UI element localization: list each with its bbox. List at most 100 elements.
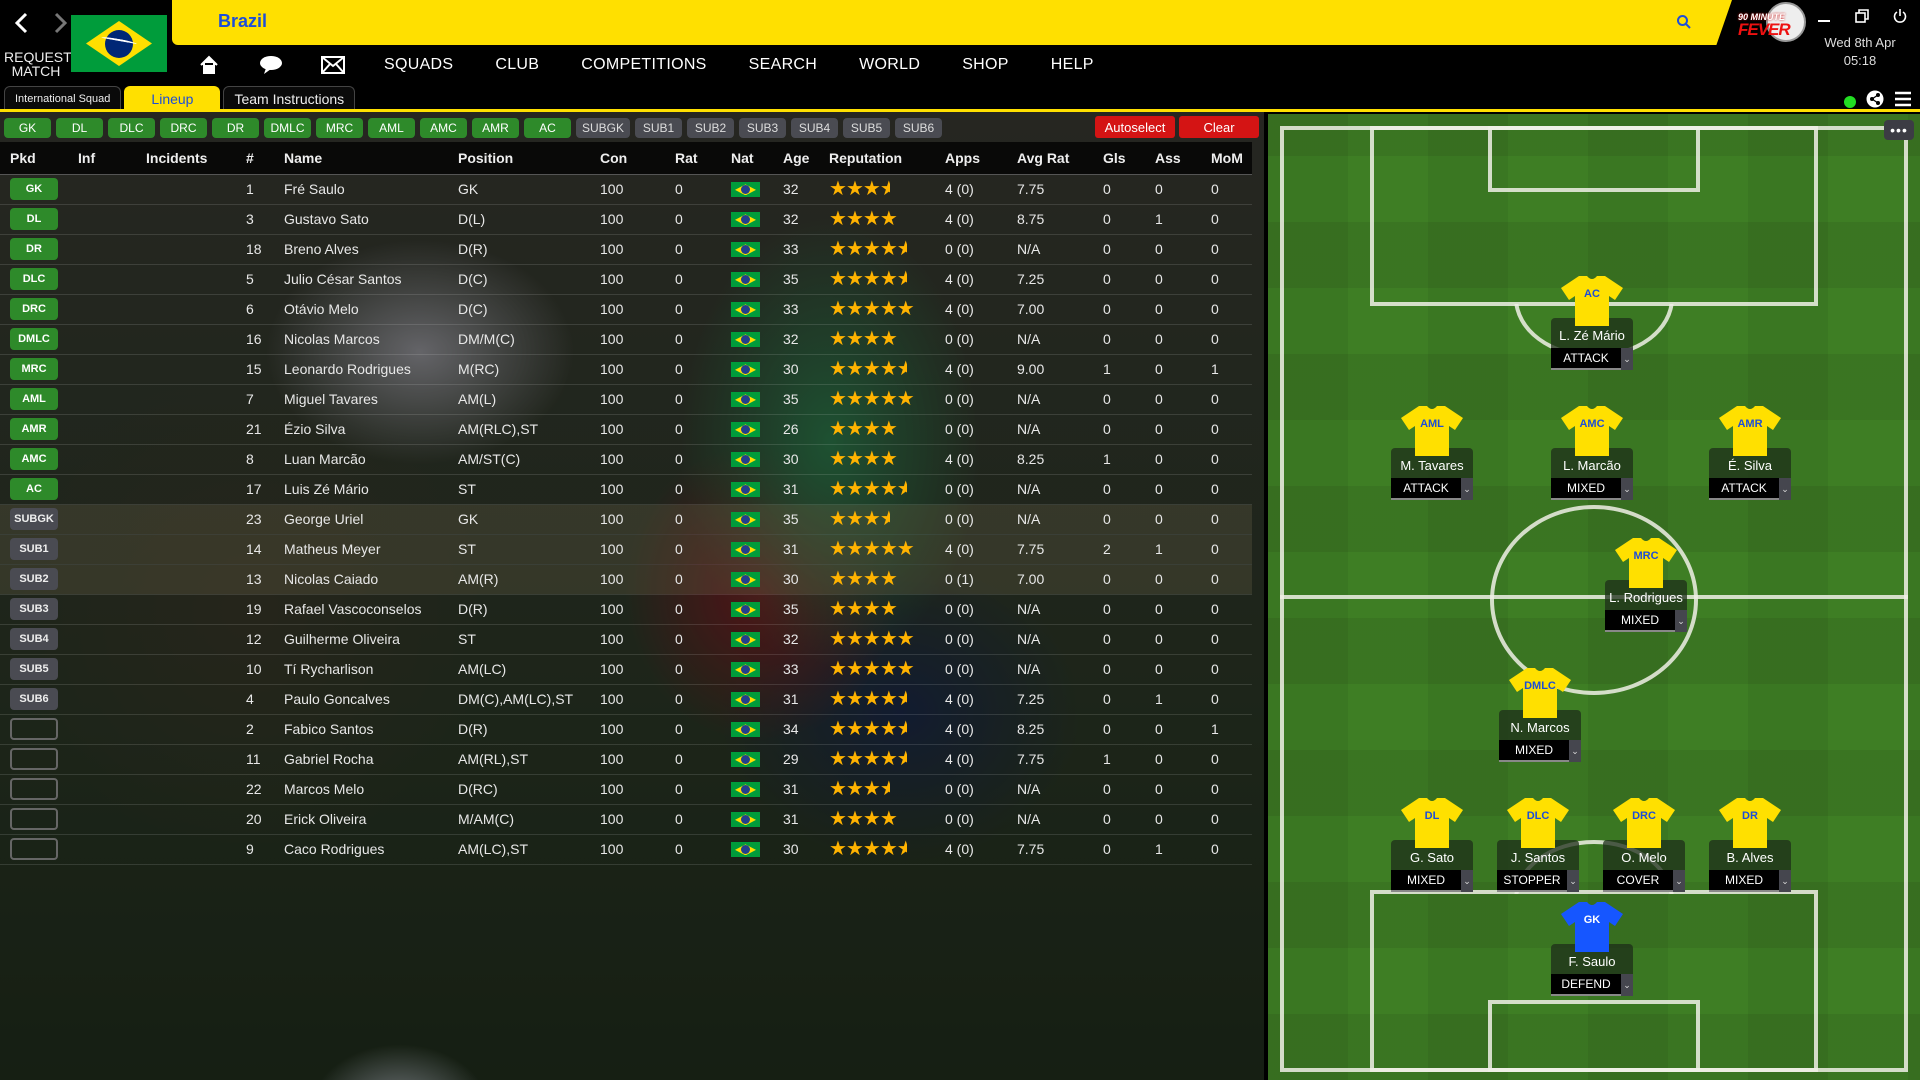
tab-international-squad[interactable]: International Squad [4, 86, 122, 110]
role-dropdown[interactable]: MIXED ⌄ [1605, 610, 1687, 632]
picked-position-button[interactable]: SUB3 [10, 598, 58, 620]
column-header-con[interactable]: Con [590, 142, 665, 175]
formation-player-name[interactable]: B. Alves [1709, 850, 1791, 868]
player-row[interactable]: SUB6 4 Paulo Goncalves DM(C),AM(LC),ST 100 0 3… [0, 684, 1252, 715]
player-row[interactable]: DLC5Julio César SantosD(C)100035★★★★★4 (… [0, 264, 1252, 295]
column-header-gls[interactable]: Gls [1093, 142, 1145, 175]
formation-slot-mrc[interactable]: MRC L. Rodrigues MIXED ⌄ [1605, 536, 1687, 632]
player-row[interactable]: SUB2 13 Nicolas Caiado AM(R) 100 0 30 ★★★★ 0 (1)… [0, 564, 1252, 595]
player-name[interactable]: Otávio Melo [274, 294, 448, 325]
picked-position-button[interactable]: MRC [10, 358, 58, 380]
player-row[interactable]: SUB5 10 Tí Rycharlison AM(LC) 100 0 33 ★★★★★ 0 (… [0, 654, 1252, 685]
sub-button-sub1[interactable]: SUB1 [635, 118, 683, 138]
player-row[interactable]: SUBGK23George UrielGK100035★★★★0 (0)N/A0… [0, 504, 1252, 535]
player-name[interactable]: Luan Marcão [274, 444, 448, 475]
position-button-gk[interactable]: GK [4, 118, 51, 138]
position-button-mrc[interactable]: MRC [316, 118, 363, 138]
formation-slot-aml[interactable]: AML M. Tavares ATTACK ⌄ [1391, 404, 1473, 500]
sub-button-sub3[interactable]: SUB3 [739, 118, 787, 138]
formation-slot-drc[interactable]: DRC O. Melo COVER ⌄ [1603, 796, 1685, 892]
shirt-icon[interactable]: DLC [1505, 796, 1571, 848]
player-name[interactable]: George Uriel [274, 504, 448, 535]
shirt-icon[interactable]: GK [1559, 900, 1625, 952]
column-header-nat[interactable]: Nat [721, 142, 773, 175]
position-button-dlc[interactable]: DLC [108, 118, 155, 138]
player-name[interactable]: Caco Rodrigues [274, 834, 448, 865]
role-dropdown[interactable]: COVER ⌄ [1603, 870, 1685, 892]
formation-player-name[interactable]: O. Melo [1603, 850, 1685, 868]
sub-button-sub4[interactable]: SUB4 [791, 118, 839, 138]
formation-slot-dlc[interactable]: DLC J. Santos STOPPER ⌄ [1497, 796, 1579, 892]
clear-button[interactable]: Clear [1179, 116, 1259, 138]
picked-position-button[interactable]: DMLC [10, 328, 58, 350]
picked-position-button[interactable]: SUBGK [10, 508, 58, 530]
picked-position-button[interactable]: AML [10, 388, 58, 410]
player-row[interactable]: DMLC 16 Nicolas Marcos DM/M(C) 100 0 32 ★★★★ 0 (… [0, 324, 1252, 355]
player-row[interactable]: MRC15Leonardo RodriguesM(RC)100030★★★★★4… [0, 354, 1252, 385]
formation-slot-amr[interactable]: AMR É. Silva ATTACK ⌄ [1709, 404, 1791, 500]
player-row[interactable]: SUB1 14 Matheus Meyer ST 100 0 31 ★★★★★ 4 (0) 7.7… [0, 534, 1252, 565]
shirt-icon[interactable]: AMC [1559, 404, 1625, 456]
player-name[interactable]: Marcos Melo [274, 774, 448, 805]
picked-position-button[interactable]: AMR [10, 418, 58, 440]
player-row[interactable]: AC17Luis Zé MárioST100031★★★★★0 (0)N/A00… [0, 474, 1252, 505]
shirt-icon[interactable]: AC [1559, 274, 1625, 326]
chat-bubble-icon[interactable] [240, 52, 302, 78]
chevron-down-icon[interactable]: ⌄ [1461, 478, 1473, 500]
picked-position-button[interactable]: DRC [10, 298, 58, 320]
role-dropdown[interactable]: MIXED ⌄ [1709, 870, 1791, 892]
player-row[interactable]: AML 7 Miguel Tavares AM(L) 100 0 35 ★★★★★ 0 (0) N… [0, 384, 1252, 415]
formation-slot-dl[interactable]: DL G. Sato MIXED ⌄ [1391, 796, 1473, 892]
player-name[interactable]: Gabriel Rocha [274, 744, 448, 775]
player-row[interactable]: GK1Fré SauloGK100032★★★★4 (0)7.75000 [0, 174, 1252, 205]
column-header-name[interactable]: Name [274, 142, 448, 175]
menu-shop[interactable]: SHOP [962, 56, 1009, 74]
column-header-pkd[interactable]: Pkd [0, 142, 68, 175]
player-row[interactable]: DL 3 Gustavo Sato D(L) 100 0 32 ★★★★ 4 (0) 8.75 0 1… [0, 204, 1252, 235]
position-button-dmlc[interactable]: DMLC [264, 118, 311, 138]
column-header--[interactable]: # [236, 142, 274, 175]
formation-slot-ac[interactable]: AC L. Zé Mário ATTACK ⌄ [1551, 274, 1633, 370]
picked-position-button[interactable]: AMC [10, 448, 58, 470]
player-name[interactable]: Fré Saulo [274, 174, 448, 205]
formation-slot-dr[interactable]: DR B. Alves MIXED ⌄ [1709, 796, 1791, 892]
player-name[interactable]: Breno Alves [274, 234, 448, 265]
autoselect-button[interactable]: Autoselect [1095, 116, 1175, 138]
menu-help[interactable]: HELP [1051, 56, 1094, 74]
envelope-icon[interactable] [302, 52, 364, 78]
player-row[interactable]: 20 Erick Oliveira M/AM(C) 100 0 31 ★★★★ 0 (0) N/… [0, 804, 1252, 835]
player-row[interactable]: 9Caco RodriguesAM(LC),ST100030★★★★★4 (0)… [0, 834, 1252, 865]
sub-button-sub2[interactable]: SUB2 [687, 118, 735, 138]
column-header-inf[interactable]: Inf [68, 142, 136, 175]
chevron-down-icon[interactable]: ⌄ [1675, 610, 1687, 632]
sub-button-sub6[interactable]: SUB6 [895, 118, 943, 138]
position-button-ac[interactable]: AC [524, 118, 571, 138]
player-name[interactable]: Rafael Vascoconselos [274, 594, 448, 625]
shirt-icon[interactable]: MRC [1613, 536, 1679, 588]
chevron-down-icon[interactable]: ⌄ [1673, 870, 1685, 892]
chevron-left-icon[interactable] [8, 8, 34, 38]
role-dropdown[interactable]: ATTACK ⌄ [1391, 478, 1473, 500]
player-row[interactable]: AMC 8 Luan Marcão AM/ST(C) 100 0 30 ★★★★ 4 (0) 8.… [0, 444, 1252, 475]
position-button-amc[interactable]: AMC [420, 118, 467, 138]
player-name[interactable]: Guilherme Oliveira [274, 624, 448, 655]
menu-search[interactable]: SEARCH [749, 56, 817, 74]
formation-player-name[interactable]: L. Zé Mário [1551, 328, 1633, 346]
player-name[interactable]: Miguel Tavares [274, 384, 448, 415]
picked-position-button[interactable] [10, 778, 58, 800]
role-dropdown[interactable]: ATTACK ⌄ [1551, 348, 1633, 370]
formation-slot-dmlc[interactable]: DMLC N. Marcos MIXED ⌄ [1499, 666, 1581, 762]
chevron-down-icon[interactable]: ⌄ [1461, 870, 1473, 892]
sub-button-sub5[interactable]: SUB5 [843, 118, 891, 138]
player-name[interactable]: Matheus Meyer [274, 534, 448, 565]
picked-position-button[interactable]: SUB6 [10, 688, 58, 710]
formation-player-name[interactable]: É. Silva [1709, 458, 1791, 476]
formation-player-name[interactable]: J. Santos [1497, 850, 1579, 868]
column-header-apps[interactable]: Apps [935, 142, 1007, 175]
player-row[interactable]: 22Marcos MeloD(RC)100031★★★★0 (0)N/A000 [0, 774, 1252, 805]
chevron-down-icon[interactable]: ⌄ [1779, 870, 1791, 892]
formation-player-name[interactable]: G. Sato [1391, 850, 1473, 868]
picked-position-button[interactable]: GK [10, 178, 58, 200]
formation-player-name[interactable]: N. Marcos [1499, 720, 1581, 738]
player-name[interactable]: Nicolas Caiado [274, 564, 448, 595]
